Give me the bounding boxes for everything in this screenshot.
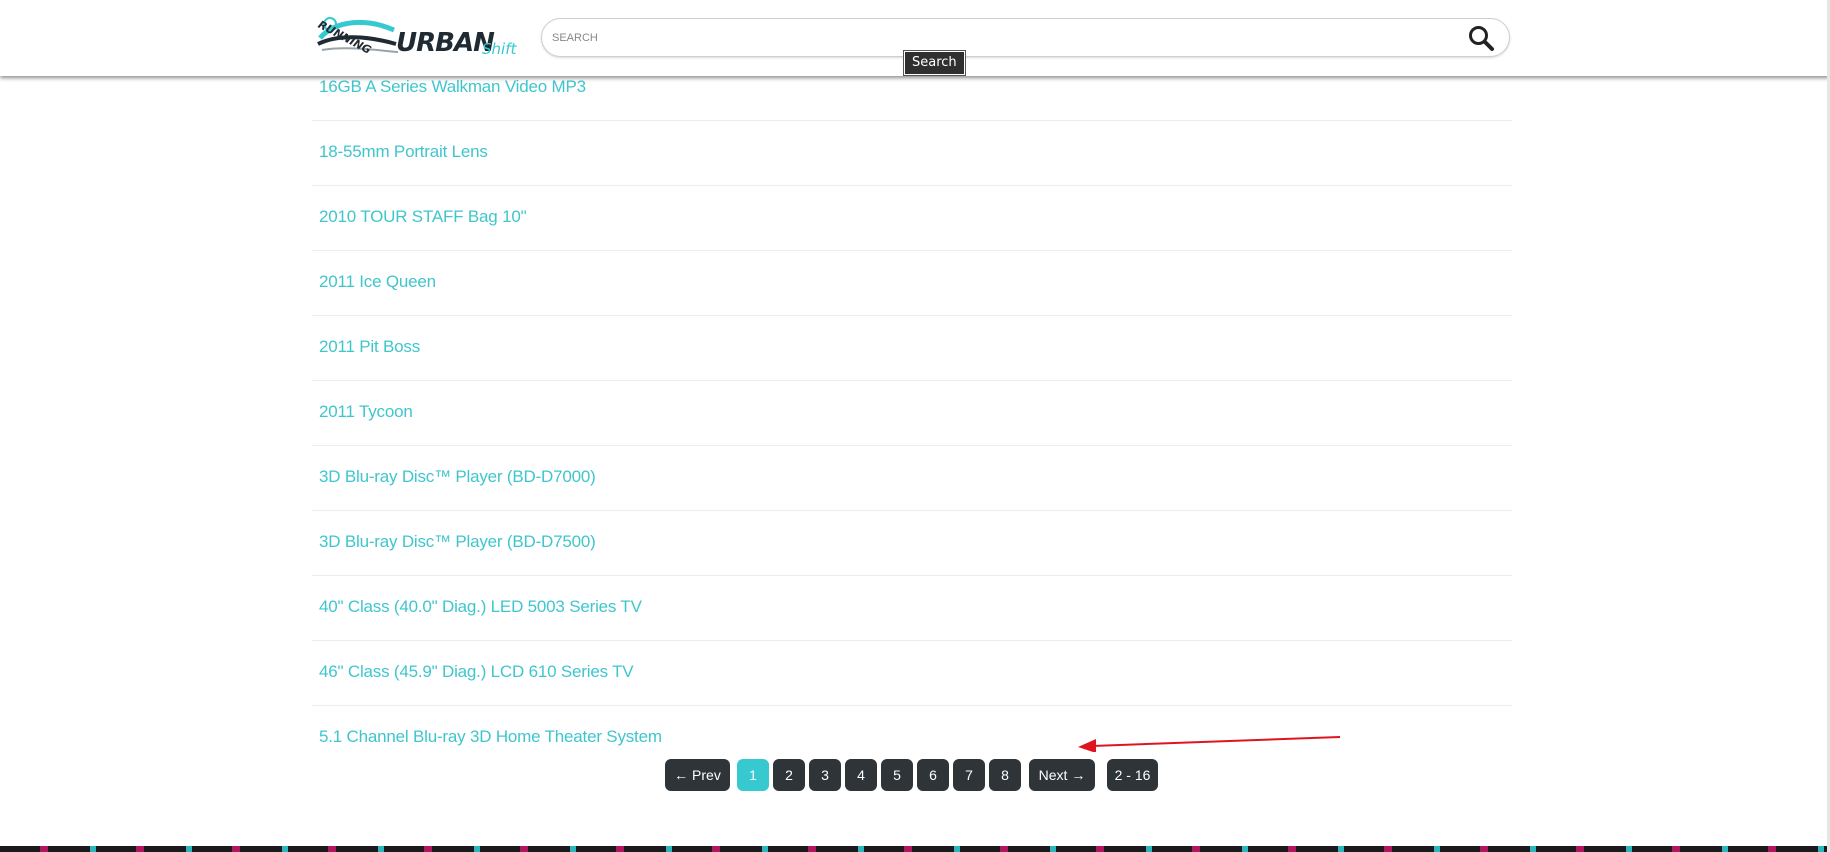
list-item: 3D Blu-ray Disc™ Player (BD-D7500) [312,511,1512,576]
page-5-button[interactable]: 5 [881,759,913,791]
product-link[interactable]: 18-55mm Portrait Lens [319,142,488,162]
list-item: 18-55mm Portrait Lens [312,121,1512,186]
logo-urban-text: URBAN [396,28,495,58]
product-link[interactable]: 40" Class (40.0" Diag.) LED 5003 Series … [319,597,642,617]
search-icon [1469,26,1494,51]
product-link[interactable]: 3D Blu-ray Disc™ Player (BD-D7500) [319,532,596,552]
prev-page-button[interactable]: ← Prev [665,759,730,791]
site-logo[interactable]: RUNNING URBAN Shift [316,10,516,60]
footer-decorative-strip [0,846,1830,852]
product-link[interactable]: 46" Class (45.9" Diag.) LCD 610 Series T… [319,662,634,682]
page: RUNNING URBAN Shift Search 16GB A Series… [0,0,1830,852]
product-link[interactable]: 2011 Pit Boss [319,337,420,357]
product-link[interactable]: 16GB A Series Walkman Video MP3 [319,77,586,97]
product-link[interactable]: 2011 Ice Queen [319,272,436,292]
logo-shift-text: Shift [482,40,517,58]
page-6-button[interactable]: 6 [917,759,949,791]
list-item: 2011 Pit Boss [312,316,1512,381]
page-1-button[interactable]: 1 [737,759,769,791]
search-bar [541,18,1510,57]
page-2-button[interactable]: 2 [773,759,805,791]
search-button[interactable] [1467,24,1495,52]
list-item: 46" Class (45.9" Diag.) LCD 610 Series T… [312,641,1512,706]
product-list: 16GB A Series Walkman Video MP3 18-55mm P… [312,56,1512,770]
list-item: 40" Class (40.0" Diag.) LED 5003 Series … [312,576,1512,641]
page-4-button[interactable]: 4 [845,759,877,791]
list-item: 2010 TOUR STAFF Bag 10" [312,186,1512,251]
annotation-arrow [1078,736,1341,752]
search-input[interactable] [552,23,1442,52]
list-item: 2011 Tycoon [312,381,1512,446]
product-link[interactable]: 3D Blu-ray Disc™ Player (BD-D7000) [319,467,596,487]
list-item: 2011 Ice Queen [312,251,1512,316]
product-link[interactable]: 2010 TOUR STAFF Bag 10" [319,207,527,227]
next-page-button[interactable]: Next → [1029,759,1095,791]
page-3-button[interactable]: 3 [809,759,841,791]
product-link[interactable]: 5.1 Channel Blu-ray 3D Home Theater Syst… [319,727,662,747]
list-item: 3D Blu-ray Disc™ Player (BD-D7000) [312,446,1512,511]
page-7-button[interactable]: 7 [953,759,985,791]
page-range-button[interactable]: 2 - 16 [1107,759,1158,791]
product-link[interactable]: 2011 Tycoon [319,402,413,422]
search-tooltip: Search [903,50,966,76]
page-8-button[interactable]: 8 [989,759,1021,791]
